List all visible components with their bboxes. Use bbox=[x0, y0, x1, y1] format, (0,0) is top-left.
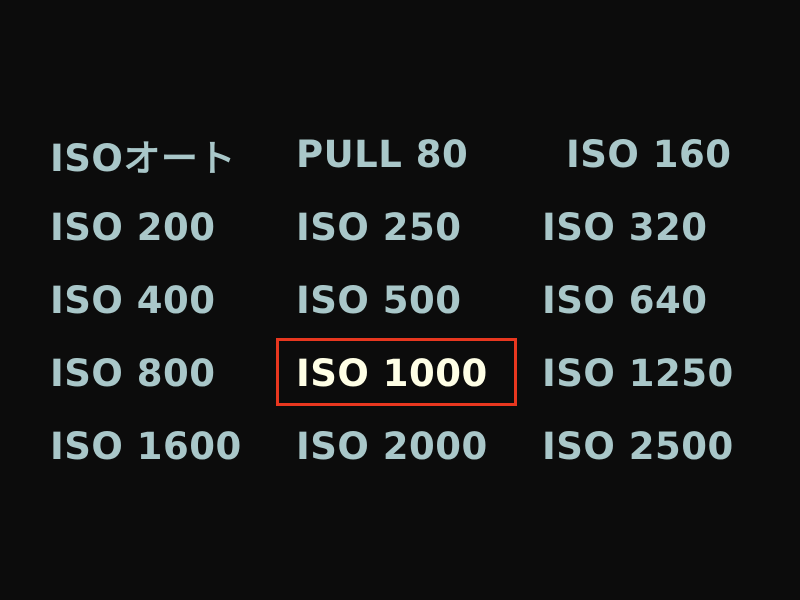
iso-option-2000[interactable]: ISO 2000 bbox=[296, 410, 542, 483]
iso-option-1000[interactable]: ISO 1000 bbox=[276, 337, 542, 410]
iso-option-250[interactable]: ISO 250 bbox=[296, 191, 542, 264]
iso-option-500[interactable]: ISO 500 bbox=[296, 264, 542, 337]
iso-option-1600[interactable]: ISO 1600 bbox=[50, 410, 296, 483]
iso-option-2500[interactable]: ISO 2500 bbox=[542, 410, 742, 483]
iso-option-grid: ISOオート PULL 80 ISO 160 ISO 200 ISO 250 I… bbox=[50, 118, 742, 483]
iso-option-800[interactable]: ISO 800 bbox=[50, 337, 296, 410]
iso-option-pull-80[interactable]: PULL 80 bbox=[296, 118, 542, 191]
iso-option-200[interactable]: ISO 200 bbox=[50, 191, 296, 264]
iso-option-160[interactable]: ISO 160 bbox=[542, 118, 742, 191]
iso-option-400[interactable]: ISO 400 bbox=[50, 264, 296, 337]
iso-option-320[interactable]: ISO 320 bbox=[542, 191, 742, 264]
camera-screen: ISOオート PULL 80 ISO 160 ISO 200 ISO 250 I… bbox=[0, 0, 800, 600]
iso-option-640[interactable]: ISO 640 bbox=[542, 264, 742, 337]
iso-option-auto[interactable]: ISOオート bbox=[50, 118, 296, 191]
iso-option-1250[interactable]: ISO 1250 bbox=[542, 337, 742, 410]
